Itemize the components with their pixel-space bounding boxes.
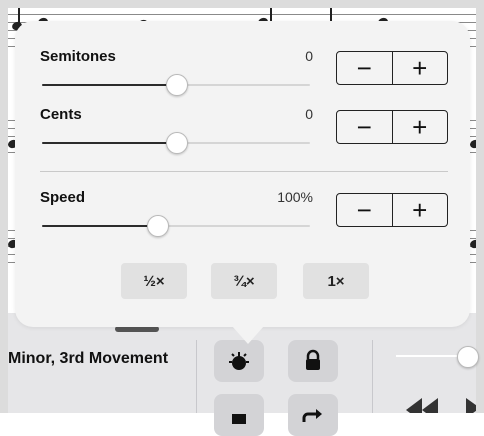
semitones-value: 0: [305, 48, 313, 64]
speed-slider-thumb[interactable]: [147, 215, 170, 237]
lock-button[interactable]: [288, 340, 338, 382]
rewind-icon[interactable]: [404, 398, 440, 413]
cents-slider-fill: [42, 142, 176, 144]
cents-value: 0: [305, 106, 313, 122]
speed-slider-fill: [42, 225, 158, 227]
semitones-decrement-button[interactable]: −: [337, 52, 392, 84]
speed-slider[interactable]: [42, 225, 310, 227]
play-icon[interactable]: [466, 398, 476, 413]
stop-button[interactable]: [214, 394, 264, 436]
speed-increment-button[interactable]: +: [391, 194, 448, 226]
semitones-label: Semitones: [40, 48, 116, 65]
speed-preset-half[interactable]: ½×: [121, 263, 187, 299]
cents-decrement-button[interactable]: −: [337, 111, 392, 143]
cents-label: Cents: [40, 106, 82, 123]
popover-arrow: [232, 326, 264, 344]
volume-slider-thumb[interactable]: [457, 346, 479, 368]
toolbar-divider: [372, 340, 373, 413]
redo-icon: [302, 409, 322, 422]
toolbar-divider: [196, 340, 197, 413]
section-separator: [40, 171, 448, 172]
semitones-increment-button[interactable]: +: [391, 52, 448, 84]
speed-label: Speed: [40, 189, 86, 206]
cents-stepper: − +: [336, 110, 448, 144]
semitones-slider-fill: [42, 84, 176, 86]
tuner-button[interactable]: [214, 340, 264, 382]
speed-value: 100%: [277, 189, 313, 205]
speed-stepper: − +: [336, 193, 448, 227]
cents-slider-thumb[interactable]: [166, 132, 188, 154]
piece-title: Minor, 3rd Movement: [8, 350, 169, 367]
tuning-fork-icon: [229, 352, 249, 370]
speed-decrement-button[interactable]: −: [337, 194, 392, 226]
redo-button[interactable]: [288, 394, 338, 436]
pitch-speed-popover: Semitones 0 − + Cents 0 − + Speed 100% −…: [15, 21, 470, 327]
speed-preset-normal[interactable]: 1×: [303, 263, 369, 299]
semitones-slider-thumb[interactable]: [166, 74, 188, 96]
semitones-stepper: − +: [336, 51, 448, 85]
speed-preset-three-quarter[interactable]: ¾×: [211, 263, 277, 299]
cents-increment-button[interactable]: +: [391, 111, 448, 143]
lock-icon: [306, 349, 320, 370]
stop-icon: [232, 414, 246, 424]
